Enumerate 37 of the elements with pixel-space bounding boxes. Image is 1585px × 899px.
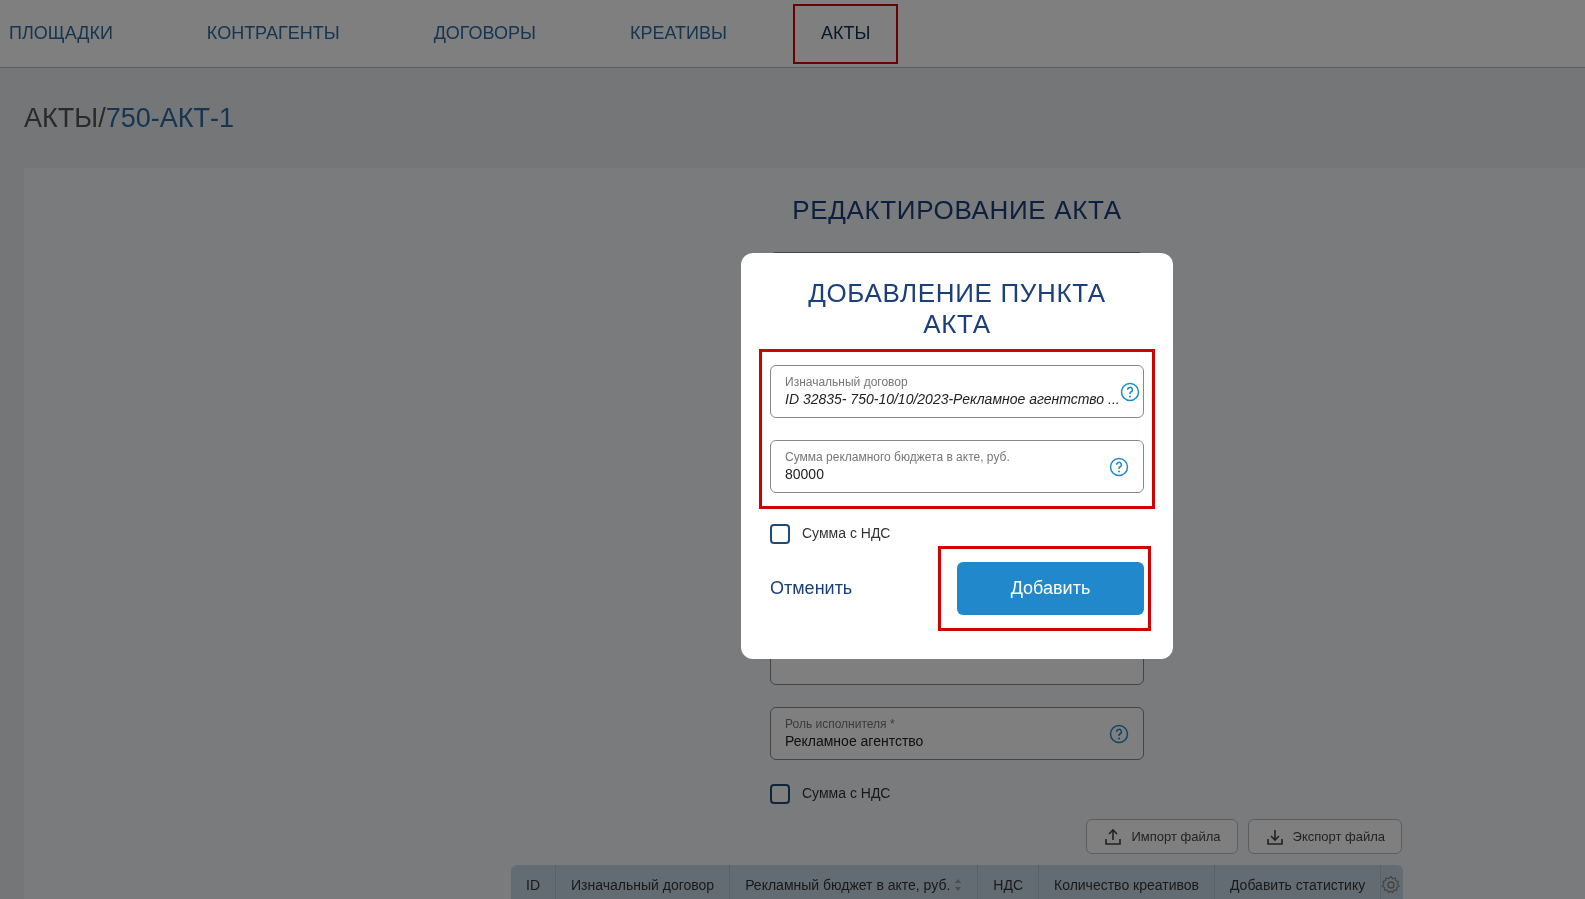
cancel-link[interactable]: Отменить [770,575,853,602]
checkbox-label: Сумма с НДС [802,784,891,803]
form-title: РЕДАКТИРОВАНИЕ АКТА [791,193,1123,227]
dialog-title: ДОБАВЛЕНИЕ ПУНКТА АКТА [807,278,1107,340]
add-button[interactable]: Добавить [957,562,1144,615]
checkbox-label: Сумма с НДС [802,524,891,543]
toolbar-button[interactable]: Импорт файла [1086,819,1238,854]
nav-tab[interactable]: КОНТРАГЕНТЫ [178,3,368,64]
upload-icon [1103,826,1124,847]
field-value: ID 32835- 750-10/10/2023-Рекламное агентство ... [785,390,1120,408]
nav-tab[interactable]: ДОГОВОРЫ [405,3,564,64]
column-header: Добавить статистику [1215,865,1382,899]
field-label: Изначальный договор [785,375,909,390]
nav-tab[interactable]: КРЕАТИВЫ [601,3,755,64]
column-header: Количество креативов [1039,865,1215,899]
checkbox[interactable] [770,523,790,544]
nav-tab[interactable]: АКТЫ [792,3,899,64]
column-header[interactable]: Рекламный бюджет в акте, руб. [730,865,979,899]
column-header: НДС [978,865,1039,899]
field-label: Сумма рекламного бюджета в акте, руб. [785,450,1011,465]
field-value: Рекламное агентство [785,732,925,750]
help-icon[interactable] [1109,456,1129,477]
breadcrumb-section[interactable]: АКТЫ/ [24,97,106,139]
column-header: Изначальный договор [556,865,731,899]
nav-tab[interactable]: ПЛОЩАДКИ [7,3,141,64]
help-icon[interactable] [1109,723,1129,744]
settings-icon[interactable] [1381,875,1402,895]
field-label: Роль исполнителя * [785,717,896,732]
breadcrumb-current: 750-АКТ-1 [105,101,234,135]
field-value: 80000 [785,465,825,483]
input-field[interactable]: Роль исполнителя * Рекламное агентство [770,707,1144,760]
input-field[interactable]: Изначальный договор ID 32835- 750-10/10/2023-Рекламное агентство ... [770,365,1144,418]
checkbox[interactable] [770,783,790,804]
help-icon[interactable] [1119,381,1140,402]
column-header: ID [511,865,556,899]
toolbar-button[interactable]: Экспорт файла [1247,819,1402,854]
input-field[interactable]: Сумма рекламного бюджета в акте, руб. 80000 [770,440,1144,493]
